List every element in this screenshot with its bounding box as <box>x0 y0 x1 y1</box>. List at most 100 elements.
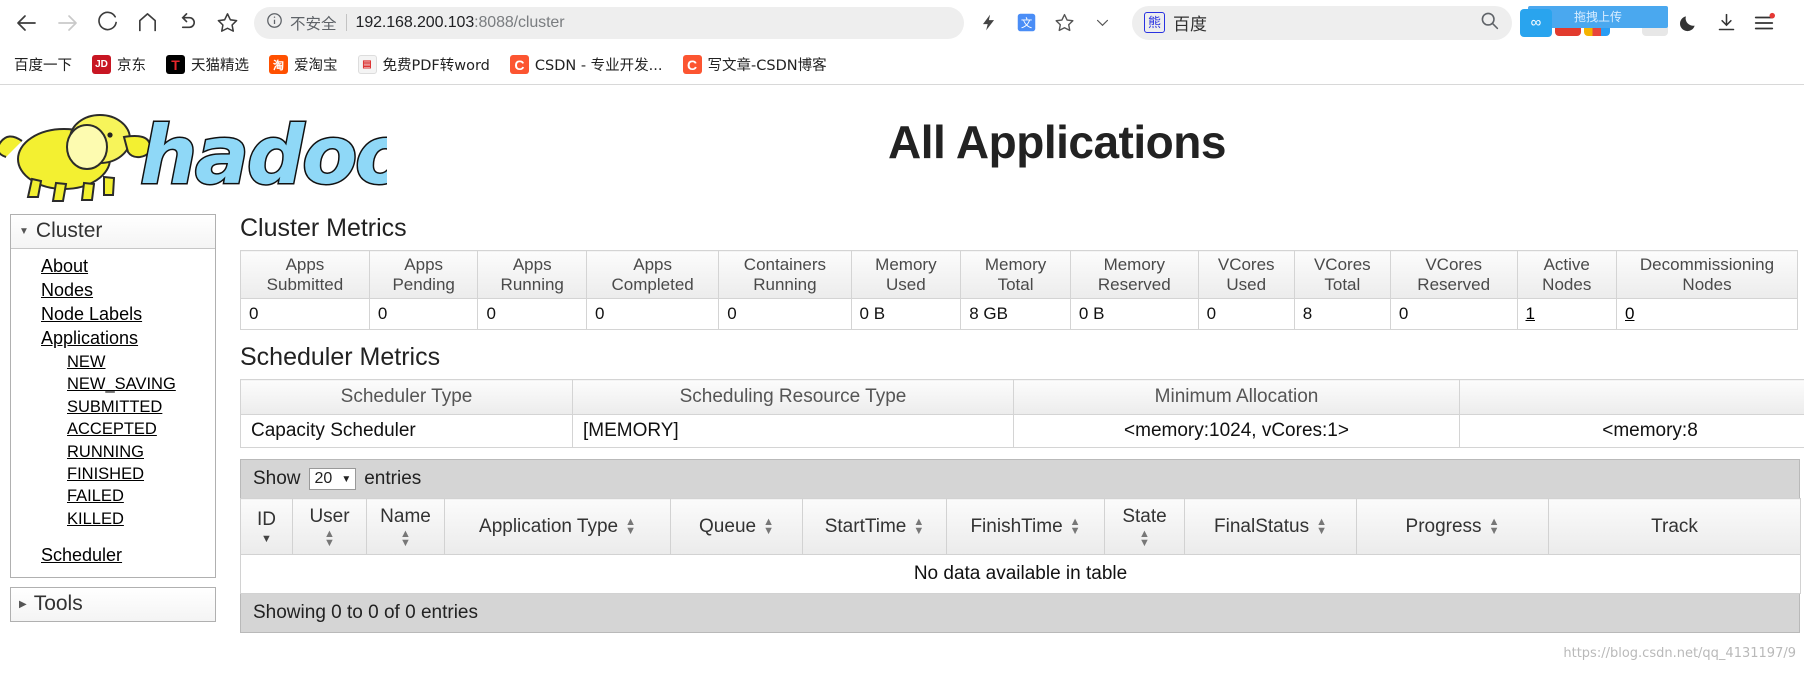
sidebar-link-label[interactable]: FINISHED <box>67 465 144 483</box>
sidebar-item-nodes[interactable]: Nodes <box>11 279 215 303</box>
sort-both-icon[interactable]: ▲ ▼ <box>400 528 411 548</box>
th-starttime[interactable]: StartTime ▲ ▼ <box>802 498 947 556</box>
sidebar-item-finished[interactable]: FINISHED <box>11 463 215 485</box>
sidebar-section-cluster[interactable]: ▼ Cluster <box>11 215 215 249</box>
sidebar-item-node-labels[interactable]: Node Labels <box>11 303 215 327</box>
sort-both-icon[interactable]: ▲ ▼ <box>324 528 335 548</box>
sidebar: ▼ Cluster About Nodes Node Labels Applic… <box>0 214 216 623</box>
star-outline-icon[interactable] <box>1046 5 1082 41</box>
th-name[interactable]: Name ▲ ▼ <box>366 498 445 556</box>
sort-both-icon[interactable]: ▲ ▼ <box>1139 528 1150 548</box>
sidebar-link-label[interactable]: About <box>41 256 88 276</box>
sort-both-icon[interactable]: ▲ ▼ <box>763 516 774 536</box>
home-button[interactable] <box>128 4 166 42</box>
bookmark-item[interactable]: 淘爱淘宝 <box>261 51 346 78</box>
val-active-nodes[interactable]: 1 <box>1516 298 1617 331</box>
th-progress[interactable]: Progress ▲ ▼ <box>1356 498 1549 556</box>
bookmark-item[interactable]: C CSDN - 专业开发... <box>502 51 671 78</box>
dark-mode-icon[interactable] <box>1670 5 1706 41</box>
sidebar-item-running[interactable]: RUNNING <box>11 441 215 463</box>
th-finishtime[interactable]: FinishTime ▲ ▼ <box>946 498 1105 556</box>
chevron-down-icon: ▼ <box>341 473 352 485</box>
sort-both-icon[interactable]: ▲ ▼ <box>1070 516 1081 536</box>
active-nodes-link[interactable]: 1 <box>1526 304 1535 323</box>
th-label: Application Type <box>479 515 619 537</box>
val-apps-pending: 0 <box>368 298 479 331</box>
sidebar-link-label[interactable]: Nodes <box>41 280 93 300</box>
decommissioning-nodes-link[interactable]: 0 <box>1625 304 1634 323</box>
th-application-type[interactable]: Application Type ▲ ▼ <box>444 498 671 556</box>
caret-down-icon[interactable]: ▼ <box>19 226 29 237</box>
sort-both-icon[interactable]: ▲ ▼ <box>1489 516 1500 536</box>
sidebar-link-label[interactable]: NEW_SAVING <box>67 375 176 393</box>
sidebar-item-new-saving[interactable]: NEW_SAVING <box>11 373 215 395</box>
bookmark-item[interactable]: T 天猫精选 <box>158 51 257 78</box>
th-finalstatus[interactable]: FinalStatus ▲ ▼ <box>1184 498 1357 556</box>
cluster-metrics-table: Apps Submitted Apps Pending Apps Running Ap… <box>240 249 1798 331</box>
th-label: FinalStatus <box>1214 515 1310 537</box>
search-input[interactable]: 百度 <box>1173 10 1471 35</box>
sidebar-item-scheduler[interactable]: Scheduler <box>11 544 215 568</box>
cluster-nav-box: ▼ Cluster About Nodes Node Labels Applic… <box>10 214 216 579</box>
caret-right-icon[interactable]: ▶ <box>19 599 27 610</box>
upload-extension-icon[interactable]: ∞ <box>1520 8 1552 37</box>
applications-datatable: Show 20 ▼ entries ID ▼ User ▲ ▼ Name ▲ ▼… <box>240 459 1801 634</box>
bookmark-item[interactable]: C 写文章-CSDN博客 <box>675 51 835 78</box>
address-bar[interactable]: 不安全 192.168.200.103:8088/cluster <box>254 6 964 39</box>
bookmark-star-button[interactable] <box>208 4 246 42</box>
back-button[interactable] <box>8 4 46 42</box>
th-tracking-ui[interactable]: Track <box>1548 498 1801 556</box>
sidebar-link-label[interactable]: ACCEPTED <box>67 420 157 438</box>
sidebar-link-label[interactable]: FAILED <box>67 487 124 505</box>
scheduler-metrics-title: Scheduler Metrics <box>240 343 441 372</box>
th-queue[interactable]: Queue ▲ ▼ <box>670 498 803 556</box>
url-text: 192.168.200.103:8088/cluster <box>355 13 565 31</box>
sidebar-item-submitted[interactable]: SUBMITTED <box>11 396 215 418</box>
lightning-icon[interactable] <box>970 5 1006 41</box>
sidebar-section-tools[interactable]: ▶ Tools <box>11 588 215 622</box>
sidebar-link-label[interactable]: Node Labels <box>41 304 142 324</box>
sidebar-item-killed[interactable]: KILLED <box>11 508 215 530</box>
sidebar-link-label[interactable]: KILLED <box>67 510 124 528</box>
bookmark-item[interactable]: ▤ 免费PDF转word <box>350 51 498 78</box>
datatable-info: Showing 0 to 0 of 0 entries <box>240 594 1800 634</box>
sidebar-item-failed[interactable]: FAILED <box>11 485 215 507</box>
col-apps-completed: Apps Completed <box>585 249 720 300</box>
forward-button[interactable] <box>48 4 86 42</box>
pdf-favicon: ▤ <box>357 55 377 74</box>
undo-button[interactable] <box>168 4 206 42</box>
bookmark-item[interactable]: 百度一下 <box>6 51 80 78</box>
bookmark-item[interactable]: JD 京东 <box>84 51 154 78</box>
info-circle-icon[interactable] <box>266 12 283 34</box>
download-icon[interactable] <box>1708 5 1744 41</box>
sort-both-icon[interactable]: ▲ ▼ <box>625 516 636 536</box>
sidebar-link-label[interactable]: NEW <box>67 353 106 371</box>
search-icon[interactable] <box>1479 10 1500 36</box>
sort-desc-icon[interactable]: ▼ <box>261 533 272 545</box>
sidebar-link-label[interactable]: RUNNING <box>67 443 144 461</box>
sidebar-link-label[interactable]: SUBMITTED <box>67 398 162 416</box>
reload-button[interactable] <box>88 4 126 42</box>
val-containers-running: 0 <box>718 298 852 331</box>
sidebar-link-label[interactable]: Applications <box>41 328 138 348</box>
sort-both-icon[interactable]: ▲ ▼ <box>913 516 924 536</box>
th-user[interactable]: User ▲ ▼ <box>292 498 367 556</box>
val-decommissioning-nodes[interactable]: 0 <box>1616 298 1798 331</box>
th-id[interactable]: ID ▼ <box>240 498 293 556</box>
sidebar-item-about[interactable]: About <box>11 255 215 279</box>
menu-icon[interactable] <box>1746 5 1782 41</box>
svg-text:文: 文 <box>1020 16 1031 30</box>
translate-icon[interactable]: 文 <box>1008 5 1044 41</box>
entries-length-select[interactable]: 20 ▼ <box>308 468 357 491</box>
chevron-down-icon[interactable] <box>1084 5 1120 41</box>
th-state[interactable]: State ▲ ▼ <box>1104 498 1185 556</box>
sidebar-item-new[interactable]: NEW <box>11 351 215 373</box>
search-box[interactable]: 熊 百度 <box>1132 5 1512 40</box>
sidebar-link-label[interactable]: Scheduler <box>41 545 122 565</box>
tools-nav-box: ▶ Tools <box>10 587 216 623</box>
sidebar-item-accepted[interactable]: ACCEPTED <box>11 418 215 440</box>
sidebar-item-applications[interactable]: Applications <box>11 327 215 351</box>
sort-both-icon[interactable]: ▲ ▼ <box>1316 516 1327 536</box>
col-decommissioning-nodes: Decommissioning Nodes <box>1616 249 1798 300</box>
